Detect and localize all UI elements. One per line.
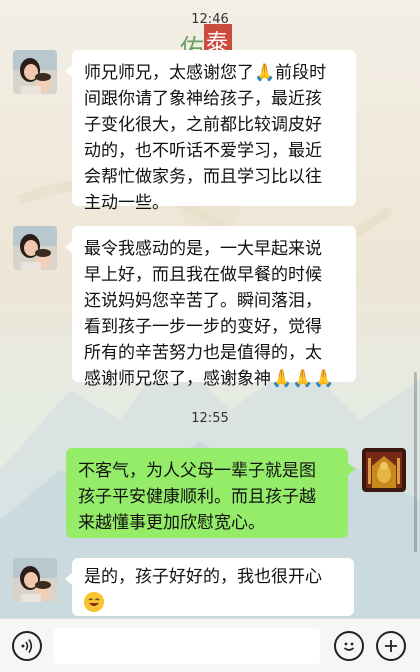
message-line: 会帮忙做家务，而且学习比以往 (84, 167, 322, 187)
voice-icon (21, 639, 33, 653)
avatar[interactable] (13, 558, 57, 602)
message-line: 孩子平安健康顺利。而且孩子越 (78, 487, 316, 507)
message-bubble-incoming[interactable]: 师兄师兄，太感谢您了🙏前段时 间跟你请了象神给孩子，最近孩 子变化很大，之前都比… (65, 50, 356, 213)
avatar-photo-icon (13, 226, 57, 270)
message-line: 看到孩子一步一步的变好，觉得 (84, 317, 322, 337)
buddha-shrine-icon (362, 448, 406, 492)
laughing-emoji-icon (84, 592, 104, 612)
message-line: 早上好，而且我在做早餐的时候 (84, 265, 322, 285)
plus-button[interactable] (376, 631, 406, 661)
emoji-icon (343, 642, 355, 651)
message-line: 是的，孩子好好的，我也很开心 (84, 567, 322, 587)
message-line: 动的，也不听话不爱学习，最近 (84, 141, 322, 161)
message-line: 师兄师兄，太感谢您了🙏前段时 (84, 63, 327, 83)
timestamp: 12:46 (191, 12, 229, 27)
avatar[interactable] (13, 50, 57, 94)
plus-icon (385, 640, 397, 652)
message-line: 最令我感动的是，一大早起来说 (84, 239, 322, 259)
message-bubble-outgoing[interactable]: 不客气，为人父母一辈子就是图 孩子平安健康顺利。而且孩子越 来越懂事更加欣慰宽心… (66, 448, 355, 538)
input-toolbar (0, 618, 420, 672)
voice-button[interactable] (12, 631, 42, 661)
avatar-photo-icon (13, 558, 57, 602)
message-bubble-incoming[interactable]: 最令我感动的是，一大早起来说 早上好，而且我在做早餐的时候 还说妈妈您辛苦了。瞬… (65, 226, 356, 389)
message-line: 还说妈妈您辛苦了。瞬间落泪， (84, 291, 322, 311)
message-line: 感谢师兄您了，感谢象神🙏🙏🙏 (84, 369, 335, 389)
message-line: 不客气，为人父母一辈子就是图 (78, 461, 316, 481)
message-line: 所有的辛苦努力也是值得的，太 (84, 343, 322, 363)
my-avatar[interactable] (362, 448, 406, 492)
scrollbar[interactable] (414, 372, 417, 552)
avatar[interactable] (13, 226, 57, 270)
emoji-button[interactable] (334, 631, 364, 661)
message-line: 主动一些。 (84, 193, 169, 213)
message-line: 间跟你请了象神给孩子，最近孩 (84, 89, 322, 109)
message-input[interactable] (54, 628, 320, 664)
message-bubble-incoming[interactable]: 是的，孩子好好的，我也很开心 (65, 558, 354, 616)
message-line: 子变化很大，之前都比较调皮好 (84, 115, 322, 135)
avatar-photo-icon (13, 50, 57, 94)
timestamp: 12:55 (191, 411, 229, 426)
message-line: 来越懂事更加欣慰宽心。 (78, 513, 265, 533)
